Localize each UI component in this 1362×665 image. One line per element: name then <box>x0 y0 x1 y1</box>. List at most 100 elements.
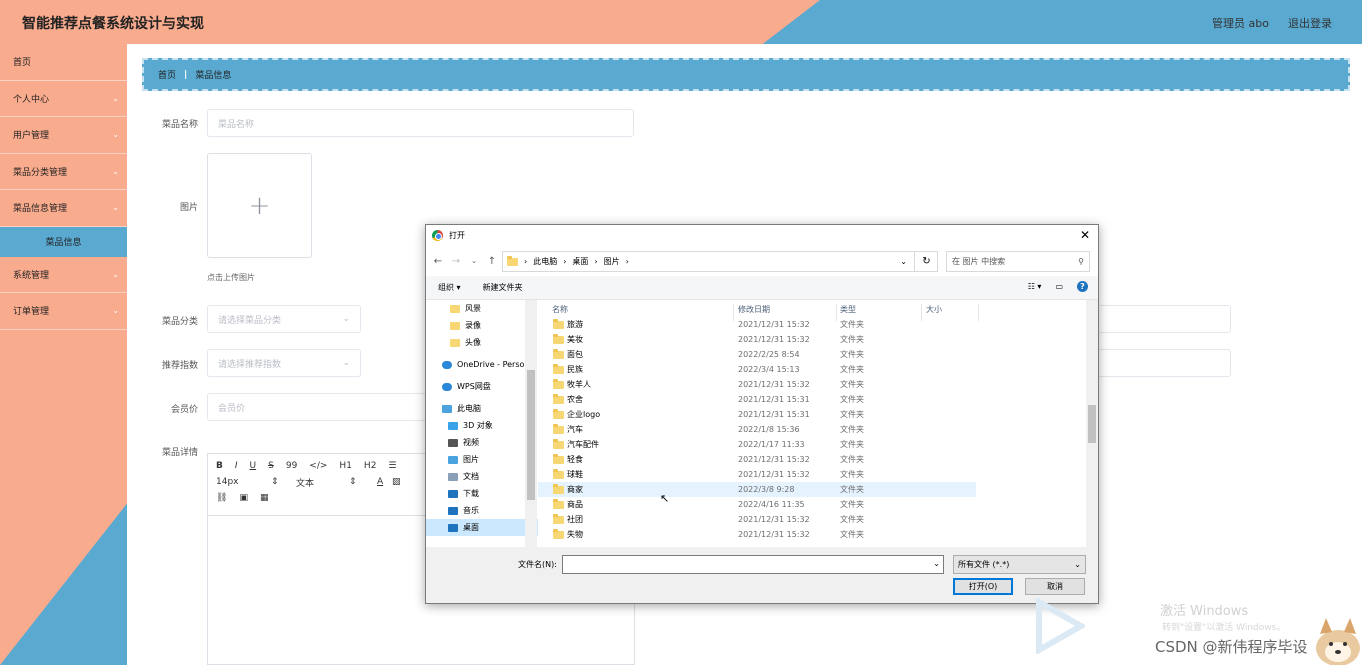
toolbar-button[interactable]: S <box>268 461 274 471</box>
search-icon: ⚲ <box>1078 257 1084 266</box>
column-date[interactable]: 修改日期 <box>738 304 770 315</box>
folder-icon <box>553 364 564 374</box>
nav-item[interactable]: 文档 <box>426 468 538 485</box>
logout-link[interactable]: 退出登录 <box>1288 15 1332 31</box>
file-row[interactable]: 球鞋 2021/12/31 15:32 文件夹 <box>538 467 1086 482</box>
video-icon <box>448 438 458 447</box>
preview-pane-icon[interactable]: ▭ <box>1055 282 1063 291</box>
nav-item[interactable]: 音乐 <box>426 502 538 519</box>
filename-input[interactable]: ⌄ <box>562 555 944 574</box>
refresh-icon[interactable]: ↻ <box>914 251 938 272</box>
open-button[interactable]: 打开(O) <box>953 578 1013 595</box>
image-upload-box[interactable]: + <box>207 153 312 258</box>
file-row[interactable]: 商品 2022/4/16 11:35 文件夹 <box>538 497 1086 512</box>
nav-item[interactable]: 此电脑 <box>426 400 538 417</box>
recommend-select[interactable]: 请选择推荐指数 ⌄ <box>207 349 361 377</box>
new-folder-button[interactable]: 新建文件夹 <box>483 282 523 293</box>
column-type[interactable]: 类型 <box>840 304 856 315</box>
path-segment[interactable]: 此电脑 <box>533 256 557 267</box>
file-scrollbar[interactable] <box>1086 300 1098 547</box>
file-row[interactable]: 失物 2021/12/31 15:32 文件夹 <box>538 527 1086 542</box>
font-color-icon[interactable]: A <box>377 477 392 487</box>
font-style-select[interactable]: 文本 <box>296 476 349 489</box>
command-bar: 组织 ▾ 新建文件夹 ☷ ▾ ▭ ? <box>426 276 1098 300</box>
play-watermark-icon <box>1036 598 1085 654</box>
file-name: 汽车 <box>567 425 583 434</box>
forward-arrow-icon[interactable]: → <box>450 256 462 267</box>
nav-item[interactable]: WPS网盘 <box>426 378 538 395</box>
image-label: 图片 <box>179 203 198 213</box>
toolbar-button[interactable]: 99 <box>286 461 297 471</box>
close-icon[interactable]: ✕ <box>1080 228 1090 242</box>
file-row[interactable]: 牧羊人 2021/12/31 15:32 文件夹 <box>538 377 1086 392</box>
nav-item[interactable]: OneDrive - Perso <box>426 356 538 373</box>
file-row[interactable]: 旅游 2021/12/31 15:32 文件夹 <box>538 317 1086 332</box>
toolbar-button[interactable]: U <box>250 461 257 471</box>
filetype-select[interactable]: 所有文件 (*.*) ⌄ <box>953 555 1086 574</box>
recent-chevron-icon[interactable]: ⌄ <box>468 257 480 265</box>
toolbar-button[interactable]: ☰ <box>388 461 396 471</box>
file-row[interactable]: 商家 2022/3/8 9:28 文件夹 <box>538 482 976 497</box>
file-name: 旅游 <box>567 320 583 329</box>
category-select[interactable]: 请选择菜品分类 ⌄ <box>207 305 361 333</box>
folder-icon <box>507 255 518 266</box>
toolbar-button[interactable]: H1 <box>339 461 352 471</box>
nav-item[interactable]: 桌面 <box>426 519 538 536</box>
font-size-select[interactable]: 14px <box>216 477 271 487</box>
toolbar-button[interactable]: I <box>235 461 238 471</box>
file-row[interactable]: 美妆 2021/12/31 15:32 文件夹 <box>538 332 1086 347</box>
help-icon[interactable]: ? <box>1077 281 1088 292</box>
sidebar-item[interactable]: 菜品分类管理 ⌄ <box>0 154 127 190</box>
file-row[interactable]: 面包 2022/2/25 8:54 文件夹 <box>538 347 1086 362</box>
nav-item[interactable]: 头像 <box>426 334 538 351</box>
back-arrow-icon[interactable]: ← <box>432 256 444 267</box>
file-row[interactable]: 民族 2022/3/4 15:13 文件夹 <box>538 362 1086 377</box>
file-row[interactable]: 汽车配件 2022/1/17 11:33 文件夹 <box>538 437 1086 452</box>
file-row[interactable]: 轻食 2021/12/31 15:32 文件夹 <box>538 452 1086 467</box>
folder-icon <box>450 338 460 347</box>
file-row[interactable]: 企业logo 2021/12/31 15:31 文件夹 <box>538 407 1086 422</box>
price-input[interactable]: 会员价 <box>207 393 427 421</box>
toolbar-button[interactable]: B <box>216 461 223 471</box>
column-name[interactable]: 名称 <box>552 304 568 315</box>
nav-item-label: WPS网盘 <box>457 382 491 391</box>
search-input[interactable]: 在 图片 中搜索 ⚲ <box>946 251 1090 272</box>
file-row[interactable]: 汽车 2022/1/8 15:36 文件夹 <box>538 422 1086 437</box>
nav-item[interactable]: 录像 <box>426 317 538 334</box>
organize-button[interactable]: 组织 ▾ <box>438 282 461 293</box>
nav-item[interactable]: 图片 <box>426 451 538 468</box>
right-field-2[interactable] <box>1090 349 1231 377</box>
nav-item[interactable]: 视频 <box>426 434 538 451</box>
video-icon[interactable]: ▦ <box>260 493 269 503</box>
chevron-down-icon[interactable]: ⌄ <box>900 257 907 266</box>
path-segment[interactable]: 图片 <box>604 256 620 267</box>
nav-item[interactable]: 风景 <box>426 300 538 317</box>
sidebar-item[interactable]: 订单管理 ⌄ <box>0 293 127 330</box>
file-row[interactable]: 农舍 2021/12/31 15:31 文件夹 <box>538 392 1086 407</box>
up-arrow-icon[interactable]: ↑ <box>486 256 498 267</box>
image-icon[interactable]: ▣ <box>239 493 248 503</box>
right-field-1[interactable] <box>1090 305 1231 333</box>
address-bar[interactable]: › 此电脑 › 桌面 › 图片 › ⌄ <box>502 251 938 272</box>
link-icon[interactable]: ⛓ <box>216 493 227 503</box>
sidebar-item[interactable]: 系统管理 ⌄ <box>0 257 127 293</box>
toolbar-button[interactable]: </> <box>309 461 327 471</box>
background-color-icon[interactable]: ▨ <box>392 477 401 487</box>
cancel-button[interactable]: 取消 <box>1025 578 1085 595</box>
breadcrumb-home[interactable]: 首页 <box>158 68 176 81</box>
nav-item[interactable]: 下载 <box>426 485 538 502</box>
path-segment[interactable]: 桌面 <box>572 256 588 267</box>
view-options-icon[interactable]: ☷ ▾ <box>1028 282 1042 291</box>
file-row[interactable]: 社团 2021/12/31 15:32 文件夹 <box>538 512 1086 527</box>
sidebar-item[interactable]: 个人中心 ⌄ <box>0 81 127 117</box>
column-size[interactable]: 大小 <box>926 304 942 315</box>
toolbar-button[interactable]: H2 <box>364 461 377 471</box>
sidebar-subitem-active[interactable]: 菜品信息 <box>0 226 127 257</box>
sidebar-item[interactable]: 用户管理 ⌄ <box>0 117 127 154</box>
folder-icon <box>553 469 564 479</box>
nav-scrollbar[interactable] <box>525 300 537 547</box>
sidebar-item[interactable]: 首页 <box>0 44 127 81</box>
nav-item[interactable]: 3D 对象 <box>426 417 538 434</box>
name-input[interactable]: 菜品名称 <box>207 109 634 137</box>
sidebar-item[interactable]: 菜品信息管理 ⌄ <box>0 190 127 227</box>
